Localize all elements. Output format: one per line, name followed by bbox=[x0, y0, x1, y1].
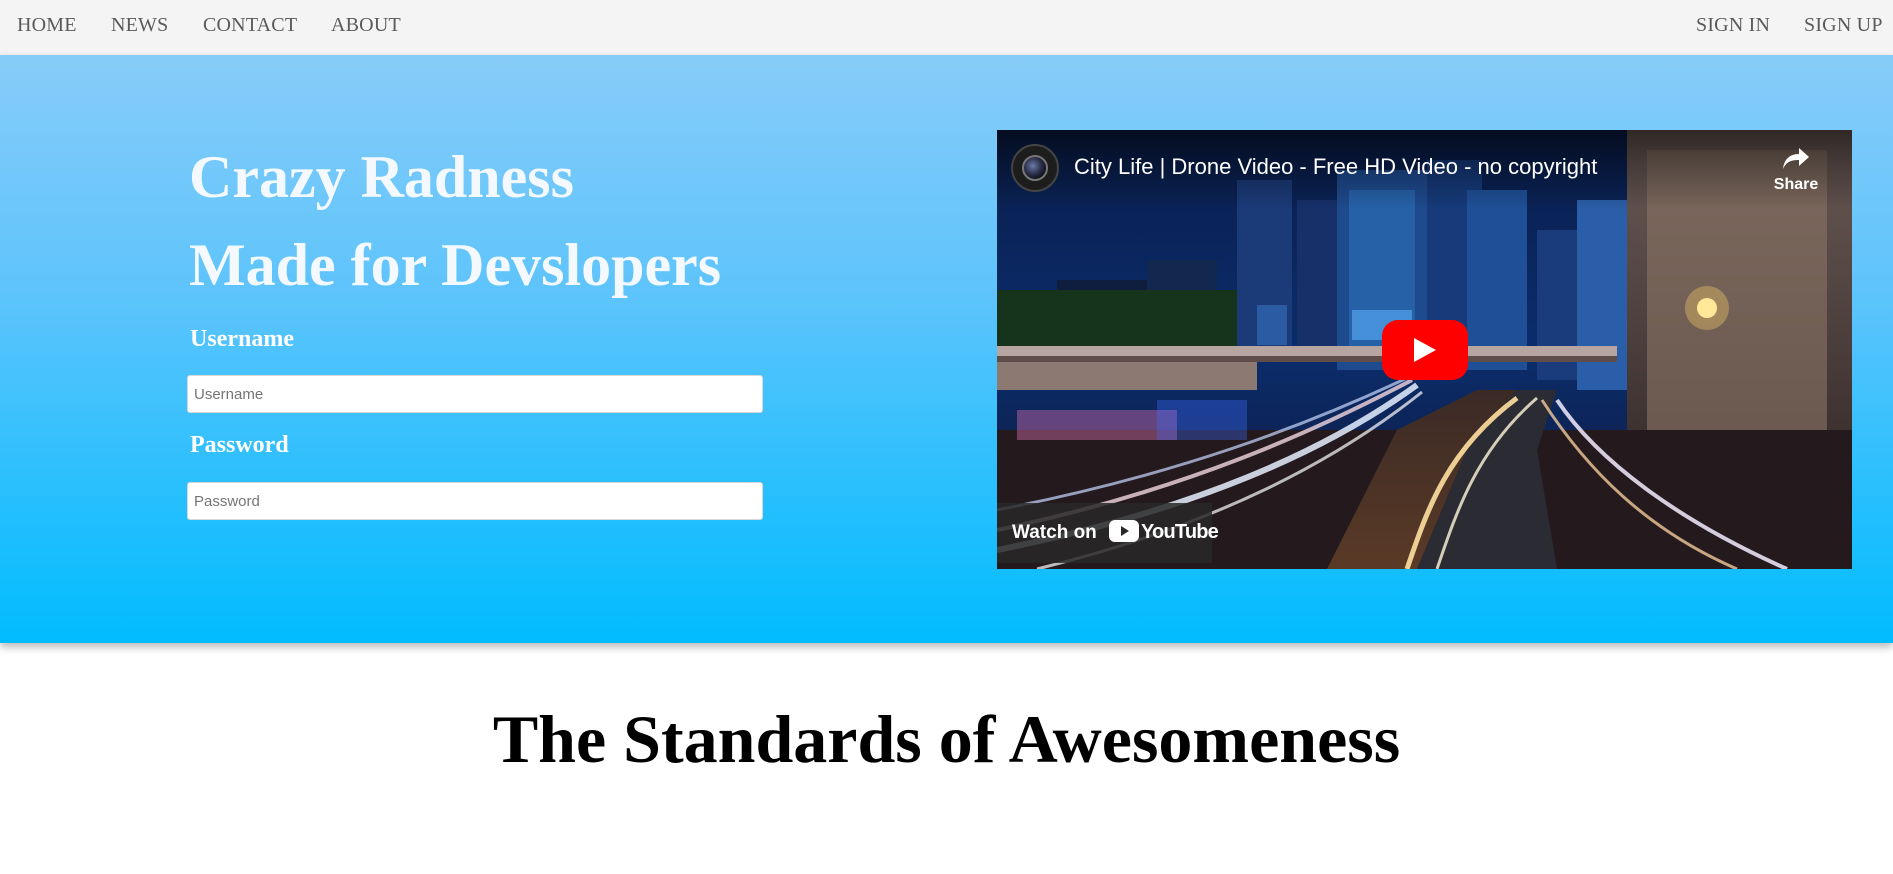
standards-heading: The Standards of Awesomeness bbox=[492, 701, 1401, 777]
nav-news[interactable]: NEWS bbox=[111, 14, 168, 37]
hero-title-line-2: Made for Devslopers bbox=[189, 232, 722, 298]
camera-lens-icon bbox=[1022, 155, 1048, 181]
nav-contact[interactable]: CONTACT bbox=[203, 14, 297, 37]
nav-about[interactable]: ABOUT bbox=[331, 14, 401, 37]
username-input[interactable] bbox=[187, 375, 763, 413]
youtube-wordmark: YouTube bbox=[1141, 521, 1219, 543]
hero-title-line-1: Crazy Radness bbox=[189, 144, 574, 210]
play-icon bbox=[1414, 338, 1436, 362]
top-navigation: HOME NEWS CONTACT ABOUT SIGN IN SIGN UP bbox=[0, 0, 1893, 55]
share-arrow-icon bbox=[1783, 148, 1809, 169]
nav-home[interactable]: HOME bbox=[17, 14, 77, 37]
password-input[interactable] bbox=[187, 482, 763, 520]
watch-on-label: Watch on bbox=[1012, 522, 1097, 543]
username-label: Username bbox=[190, 326, 294, 352]
watch-on-youtube-button[interactable]: Watch on YouTube bbox=[997, 503, 1219, 563]
youtube-logo-icon bbox=[1109, 520, 1139, 542]
channel-avatar-icon[interactable] bbox=[1011, 144, 1059, 192]
video-embed[interactable]: City Life | Drone Video - Free HD Video … bbox=[997, 130, 1852, 569]
nav-sign-up[interactable]: SIGN UP bbox=[1804, 14, 1883, 37]
password-label: Password bbox=[190, 432, 289, 458]
share-button[interactable]: Share bbox=[1761, 146, 1831, 198]
play-button[interactable] bbox=[1382, 320, 1468, 380]
video-title[interactable]: City Life | Drone Video - Free HD Video … bbox=[1074, 156, 1597, 178]
share-label: Share bbox=[1773, 176, 1819, 193]
nav-sign-in[interactable]: SIGN IN bbox=[1696, 14, 1770, 37]
